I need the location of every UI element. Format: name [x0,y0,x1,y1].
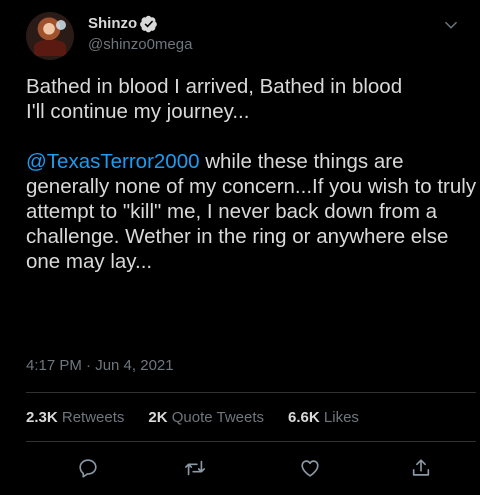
tweet-header: Shinzo @shinzo0mega [26,12,466,62]
like-button[interactable] [297,455,323,481]
likes-count: 6.6K [288,409,320,426]
mention-link[interactable]: @TexasTerror2000 [26,150,200,173]
tweet-card: Shinzo @shinzo0mega Bathed in blood I ar… [0,0,480,495]
retweet-icon [185,460,205,476]
divider [26,441,476,442]
verified-badge-icon [140,15,158,32]
avatar-image-highlight [56,20,66,30]
author-names: Shinzo @shinzo0mega [88,13,192,53]
tweet-paragraph-1: Bathed in blood I arrived, Bathed in blo… [26,75,403,123]
share-button[interactable] [408,455,434,481]
action-bar [26,455,476,485]
tweet-body: Bathed in blood I arrived, Bathed in blo… [26,74,478,274]
divider [26,392,476,393]
heart-icon [301,460,319,477]
chevron-down-icon[interactable] [440,14,462,36]
avatar-image-part [34,40,66,56]
user-handle[interactable]: @shinzo0mega [88,36,192,53]
likes-stat[interactable]: 6.6K Likes [288,409,359,426]
quote-tweets-stat[interactable]: 2K Quote Tweets [148,409,264,426]
retweet-button[interactable] [182,455,208,481]
engagement-stats: 2.3K Retweets 2K Quote Tweets 6.6K Likes [26,409,359,426]
retweets-stat[interactable]: 2.3K Retweets [26,409,124,426]
quotes-label: Quote Tweets [171,409,265,426]
reply-icon [79,459,97,478]
display-name[interactable]: Shinzo [88,15,137,32]
retweets-count: 2.3K [26,409,58,426]
likes-label: Likes [323,409,359,426]
quotes-count: 2K [148,409,168,426]
display-name-row: Shinzo [88,13,192,34]
reply-button[interactable] [75,455,101,481]
avatar[interactable] [26,12,74,60]
tweet-timestamp[interactable]: 4:17 PM · Jun 4, 2021 [26,357,174,374]
retweets-label: Retweets [61,409,125,426]
share-icon [412,459,430,476]
